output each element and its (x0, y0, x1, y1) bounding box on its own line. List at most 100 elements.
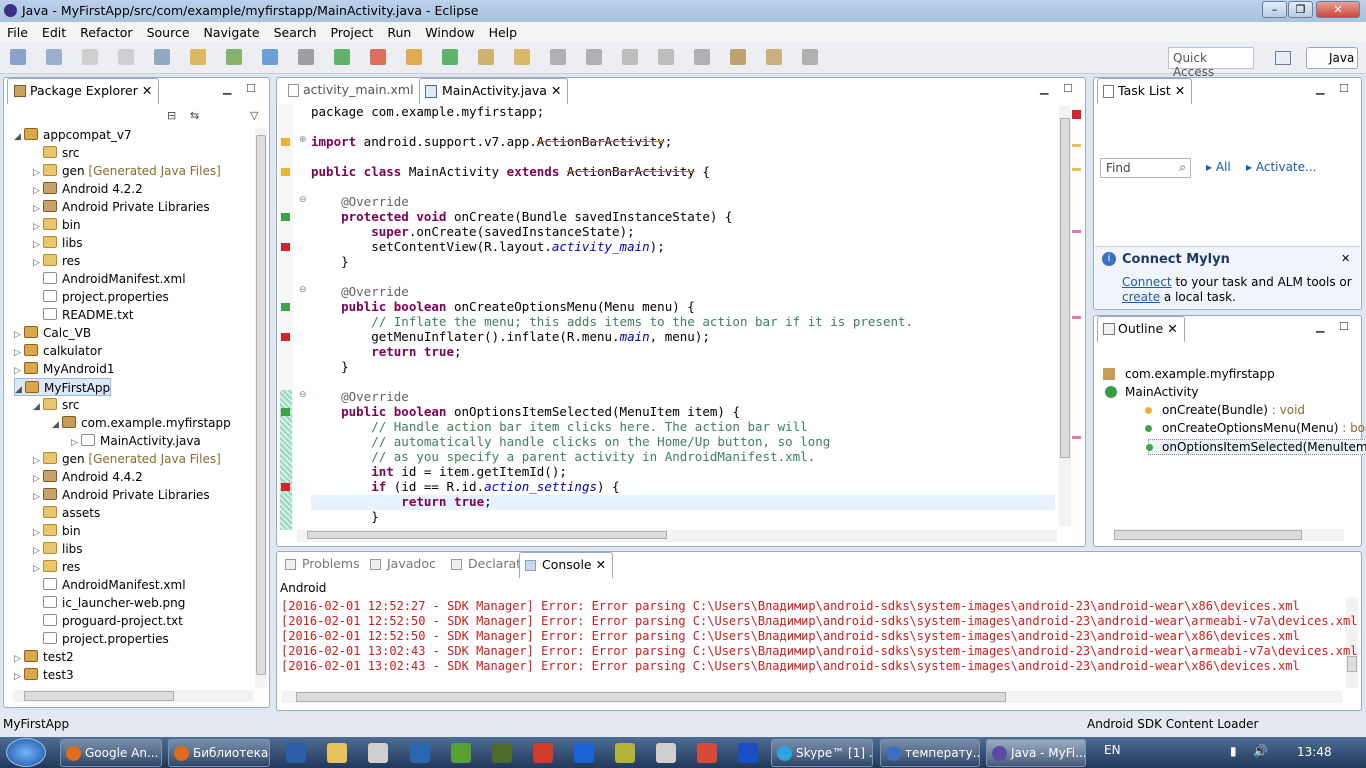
close-button[interactable]: ✕ (1316, 1, 1360, 18)
maximize-icon[interactable]: ☐ (246, 82, 256, 95)
fold-icon[interactable]: ⊖ (299, 285, 307, 295)
tree-item[interactable]: ◢ appcompat_v7 (14, 126, 132, 144)
import-icon[interactable] (190, 49, 206, 65)
taskbar-window-button[interactable]: Java - MyFi... (986, 739, 1086, 767)
console-output[interactable]: [2016-02-01 12:52:27 - SDK Manager] Erro… (281, 599, 1357, 674)
tree-item[interactable]: ▷ bin (33, 216, 81, 234)
tree-item[interactable]: ◢ MyFirstApp (14, 378, 112, 399)
maximize-button[interactable]: ❐ (1288, 1, 1313, 18)
expand-open-icon[interactable]: ◢ (15, 381, 25, 399)
search-icon[interactable] (368, 743, 388, 763)
quick-access-input[interactable]: Quick Access (1168, 47, 1254, 79)
forward-icon[interactable] (766, 49, 782, 65)
menu-file[interactable]: File (0, 25, 35, 40)
maximize-icon[interactable]: ☐ (1063, 82, 1073, 95)
explorer-icon[interactable] (286, 743, 306, 763)
new-icon[interactable] (10, 49, 26, 65)
taskbar-window-button[interactable]: Skype™ [1] ... (771, 739, 873, 767)
tree-item[interactable]: ▷ MyAndroid1 (14, 360, 114, 378)
minimize-icon[interactable]: ▁ (223, 82, 231, 95)
taskbar-window-button[interactable]: Google An... (60, 739, 162, 767)
tree-item[interactable]: ▷ bin (33, 522, 81, 540)
avd-manager-icon[interactable] (262, 49, 278, 65)
tree-item[interactable]: ▷ libs (33, 234, 83, 252)
tab-javadoc[interactable]: Javadoc (365, 552, 442, 578)
menu-run[interactable]: Run (380, 25, 418, 40)
new-java-project-icon[interactable] (442, 49, 458, 65)
prev-annotation-icon[interactable] (694, 49, 710, 65)
tab-outline[interactable]: Outline ✕ (1097, 316, 1185, 342)
menu-project[interactable]: Project (324, 25, 381, 40)
tab-main-activity-java[interactable]: MainActivity.java ✕ (419, 78, 569, 104)
tree-item[interactable]: ▷ calkulator (14, 342, 102, 360)
tree-item[interactable]: ◢ com.example.myfirstapp (52, 414, 231, 432)
fold-icon[interactable]: ⊖ (299, 195, 307, 205)
tree-item[interactable]: ic_launcher-web.png (33, 594, 185, 612)
outline-method[interactable]: onCreate(Bundle) : void (1145, 403, 1305, 417)
tree-item[interactable]: ▷ gen [Generated Java Files] (33, 162, 221, 180)
save-all-icon[interactable] (118, 49, 134, 65)
tree-item[interactable]: AndroidManifest.xml (33, 270, 186, 288)
tree-item[interactable]: ▷ test3 (14, 666, 74, 684)
new-type-icon[interactable] (46, 49, 62, 65)
menu-source[interactable]: Source (140, 25, 197, 40)
tab-package-explorer[interactable]: Package Explorer ✕ (7, 78, 160, 104)
input-language[interactable]: EN (1104, 743, 1121, 757)
back-icon[interactable] (730, 49, 746, 65)
tree-item[interactable]: README.txt (33, 306, 134, 324)
outline-method[interactable]: onCreateOptionsMenu(Menu) : boo (1145, 421, 1366, 435)
taskbar-window-button[interactable]: Библиотека (168, 739, 270, 767)
taskbar-window-button[interactable]: температу... (880, 739, 980, 767)
minimize-icon[interactable]: ▁ (1316, 320, 1324, 333)
save-icon[interactable] (82, 49, 98, 65)
close-icon[interactable]: ✕ (592, 557, 606, 572)
close-icon[interactable]: ✕ (142, 83, 152, 98)
create-link[interactable]: create (1122, 290, 1160, 304)
filezilla-icon[interactable] (533, 743, 553, 763)
task-all-link[interactable]: ▸ All (1206, 160, 1231, 174)
open-perspective-icon[interactable] (1275, 51, 1291, 65)
outline-class[interactable]: MainActivity (1105, 385, 1199, 399)
expand-closed-icon[interactable]: ▷ (14, 668, 24, 686)
tree-item[interactable]: ▷ Android 4.2.2 (33, 180, 143, 198)
code-area[interactable]: package com.example.myfirstapp; import a… (311, 104, 913, 524)
close-icon[interactable]: ✕ (1167, 321, 1177, 336)
expand-open-icon[interactable]: ◢ (33, 398, 43, 416)
info-icon[interactable] (738, 743, 758, 763)
tab-problems[interactable]: Problems (280, 552, 366, 578)
tree-item[interactable]: ▷ Android Private Libraries (33, 486, 210, 504)
menu-refactor[interactable]: Refactor (73, 25, 139, 40)
menu-search[interactable]: Search (267, 25, 324, 40)
new-class-icon[interactable] (514, 49, 530, 65)
close-icon[interactable]: ✕ (1175, 83, 1185, 98)
next-annotation-icon[interactable] (658, 49, 674, 65)
editor-horizontal-scrollbar[interactable] (297, 530, 1057, 542)
upload-icon[interactable] (574, 743, 594, 763)
folder-icon[interactable] (327, 743, 347, 763)
tree-item[interactable]: ▷ test2 (14, 648, 74, 666)
tree-item[interactable]: AndroidManifest.xml (33, 576, 186, 594)
tree-horizontal-scrollbar[interactable] (14, 690, 254, 702)
view-menu-icon[interactable]: ▽ (250, 109, 258, 122)
game-icon[interactable] (697, 743, 717, 763)
volume-icon[interactable]: 🔊 (1253, 744, 1268, 758)
menu-navigate[interactable]: Navigate (197, 25, 267, 40)
task-activate-link[interactable]: ▸ Activate... (1246, 160, 1316, 174)
start-button[interactable] (6, 738, 46, 767)
tree-item[interactable]: ▷ Android Private Libraries (33, 198, 210, 216)
maximize-icon[interactable]: ☐ (1339, 82, 1349, 95)
close-icon[interactable]: ✕ (551, 83, 561, 98)
tree-item[interactable]: src (33, 144, 80, 162)
expand-open-icon[interactable]: ◢ (14, 128, 24, 146)
outline-method[interactable]: onOptionsItemSelected(MenuItem) (1146, 439, 1366, 455)
photoshop-icon[interactable] (410, 743, 430, 763)
7zip-icon[interactable] (615, 743, 635, 763)
run-icon[interactable] (370, 49, 386, 65)
expand-open-icon[interactable]: ◢ (52, 416, 62, 434)
java-perspective-button[interactable]: Java (1306, 47, 1358, 69)
tree-item[interactable]: project.properties (33, 630, 169, 648)
tree-item[interactable]: ▷ libs (33, 540, 83, 558)
menu-window[interactable]: Window (418, 25, 481, 40)
editor-vertical-scrollbar[interactable] (1059, 106, 1071, 526)
tree-item[interactable]: proguard-project.txt (33, 612, 183, 630)
